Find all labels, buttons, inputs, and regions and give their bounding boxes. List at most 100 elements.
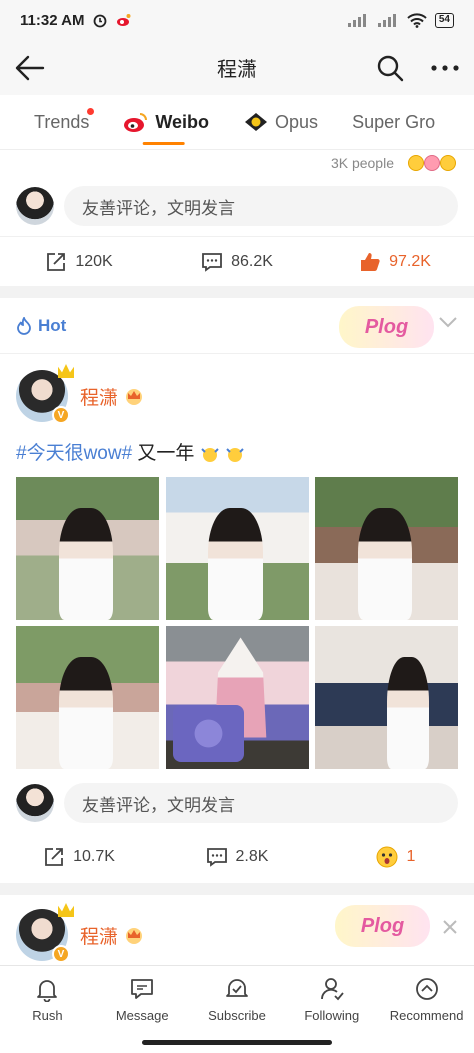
share-count: 120K [75, 252, 113, 270]
tab-super-group[interactable]: Super Gro [318, 95, 436, 149]
plog-sticker: Plog [339, 306, 434, 348]
comment-input[interactable]: 友善评论，文明发言 [64, 783, 458, 823]
hug-emoji-icon [424, 155, 440, 171]
share-icon [43, 846, 65, 868]
nav-following-label: Following [304, 1008, 360, 1023]
photo-thumbnail[interactable] [16, 477, 159, 620]
hot-flame-icon [16, 316, 32, 335]
share-icon [45, 251, 67, 273]
post-body: 又一年 [132, 443, 195, 464]
share-button[interactable]: 120K [0, 251, 158, 273]
reaction-count: 3K people [330, 155, 394, 171]
emoji-cheer-icon [225, 445, 245, 463]
wow-emoji-icon [408, 155, 424, 171]
post-actions: 120K 86.2K 97.2K [0, 236, 474, 286]
bell-icon [34, 976, 60, 1002]
next-post: V 程潇 Plog [0, 895, 474, 965]
photo-thumbnail[interactable] [165, 477, 309, 620]
tab-super-group-label: Super Gro [352, 111, 436, 132]
profile-tabs: Trends Weibo Opus Super Gro [0, 95, 474, 150]
message-icon [129, 976, 155, 1002]
active-tab-indicator [142, 141, 185, 145]
like-button[interactable]: 97.2K [316, 251, 474, 273]
comment-input[interactable]: 友善评论，文明发言 [64, 186, 458, 226]
recommend-icon [414, 976, 440, 1002]
bottom-navigation: Rush Message Subscribe Following Recomme… [0, 965, 474, 1053]
nav-recommend[interactable]: Recommend [379, 976, 474, 1053]
laugh-emoji-icon [440, 155, 456, 171]
comment-count: 2.8K [235, 848, 269, 865]
photo-grid [0, 477, 474, 769]
comment-icon [201, 251, 223, 273]
alarm-icon [92, 12, 108, 28]
tab-trends[interactable]: Trends [0, 95, 95, 149]
screen: 11:32 AM 54 程潇 Trends Weibo Opus Super G… [0, 0, 474, 1053]
author-name[interactable]: 程潇 [80, 383, 118, 410]
post-hashtag[interactable]: #今天很wow# [16, 443, 132, 464]
hot-label-text: Hot [38, 315, 67, 335]
search-icon[interactable] [376, 54, 404, 82]
previous-post-footer: 3K people 友善评论，文明发言 120K 86.2K 97.2K [0, 150, 474, 286]
status-time: 11:32 AM [20, 11, 85, 29]
photo-thumbnail[interactable] [165, 626, 309, 769]
tab-weibo-label: Weibo [155, 111, 210, 132]
nav-rush[interactable]: Rush [0, 976, 95, 1053]
back-arrow-icon[interactable] [14, 54, 46, 82]
tab-weibo[interactable]: Weibo [89, 95, 210, 149]
tab-opus-label: Opus [275, 111, 319, 132]
emoji-cheer-icon [200, 445, 220, 463]
verified-badge-icon: V [52, 406, 70, 424]
chevron-down-icon[interactable] [438, 316, 458, 328]
nav-message-label: Message [115, 1008, 169, 1023]
hot-label: Hot [16, 316, 66, 336]
hot-post: Hot Plog V 程潇 #今天很wow# 又一年 友善评论，文明发言 10.… [0, 298, 474, 883]
verified-badge-icon: V [52, 945, 70, 963]
comment-button[interactable]: 86.2K [158, 251, 316, 273]
close-icon[interactable] [442, 919, 458, 935]
share-button[interactable]: 10.7K [0, 846, 158, 868]
like-count: 97.2K [389, 252, 431, 270]
header-bar: 程潇 [0, 40, 474, 95]
thumbs-up-icon [359, 251, 381, 273]
comment-row: 友善评论，文明发言 [0, 769, 474, 831]
home-indicator[interactable] [142, 1040, 332, 1045]
vip-crown-icon [124, 387, 144, 405]
nav-subscribe-label: Subscribe [208, 1008, 266, 1023]
status-bar: 11:32 AM 54 [0, 0, 474, 40]
battery-indicator: 54 [434, 12, 454, 28]
user-avatar [16, 784, 54, 822]
subscribe-icon [224, 976, 250, 1002]
wifi-icon [407, 12, 427, 28]
comment-button[interactable]: 2.8K [158, 846, 316, 868]
signal-2-icon [377, 13, 399, 27]
comment-row: 友善评论，文明发言 [0, 176, 474, 236]
weibo-logo-icon [123, 111, 149, 133]
post-author: V 程潇 [0, 354, 474, 430]
tab-opus[interactable]: Opus [209, 95, 319, 149]
plog-sticker: Plog [335, 905, 430, 947]
user-avatar [16, 187, 54, 225]
share-count: 10.7K [73, 848, 115, 865]
photo-thumbnail[interactable] [315, 626, 458, 769]
like-count: 1 [406, 848, 416, 865]
feed-divider [0, 883, 474, 895]
author-name[interactable]: 程潇 [80, 922, 118, 949]
comment-count: 86.2K [231, 252, 273, 270]
feed-divider [0, 286, 474, 298]
reaction-summary: 3K people [0, 150, 474, 176]
weibo-notification-icon [116, 12, 132, 28]
wow-reaction-icon [375, 845, 399, 869]
author-avatar[interactable]: V [16, 903, 74, 963]
more-icon[interactable] [430, 64, 460, 72]
photo-thumbnail[interactable] [315, 477, 458, 620]
tab-trends-label: Trends [34, 111, 90, 132]
nav-rush-label: Rush [32, 1008, 63, 1023]
nav-recommend-label: Recommend [389, 1008, 464, 1023]
hot-section-header: Hot Plog [0, 298, 474, 354]
feed: 3K people 友善评论，文明发言 120K 86.2K 97.2K Hot… [0, 150, 474, 965]
opus-icon [243, 111, 269, 133]
author-avatar[interactable]: V [16, 364, 74, 424]
photo-thumbnail[interactable] [16, 626, 159, 769]
crown-icon [58, 903, 74, 917]
like-button[interactable]: 1 [316, 845, 474, 869]
